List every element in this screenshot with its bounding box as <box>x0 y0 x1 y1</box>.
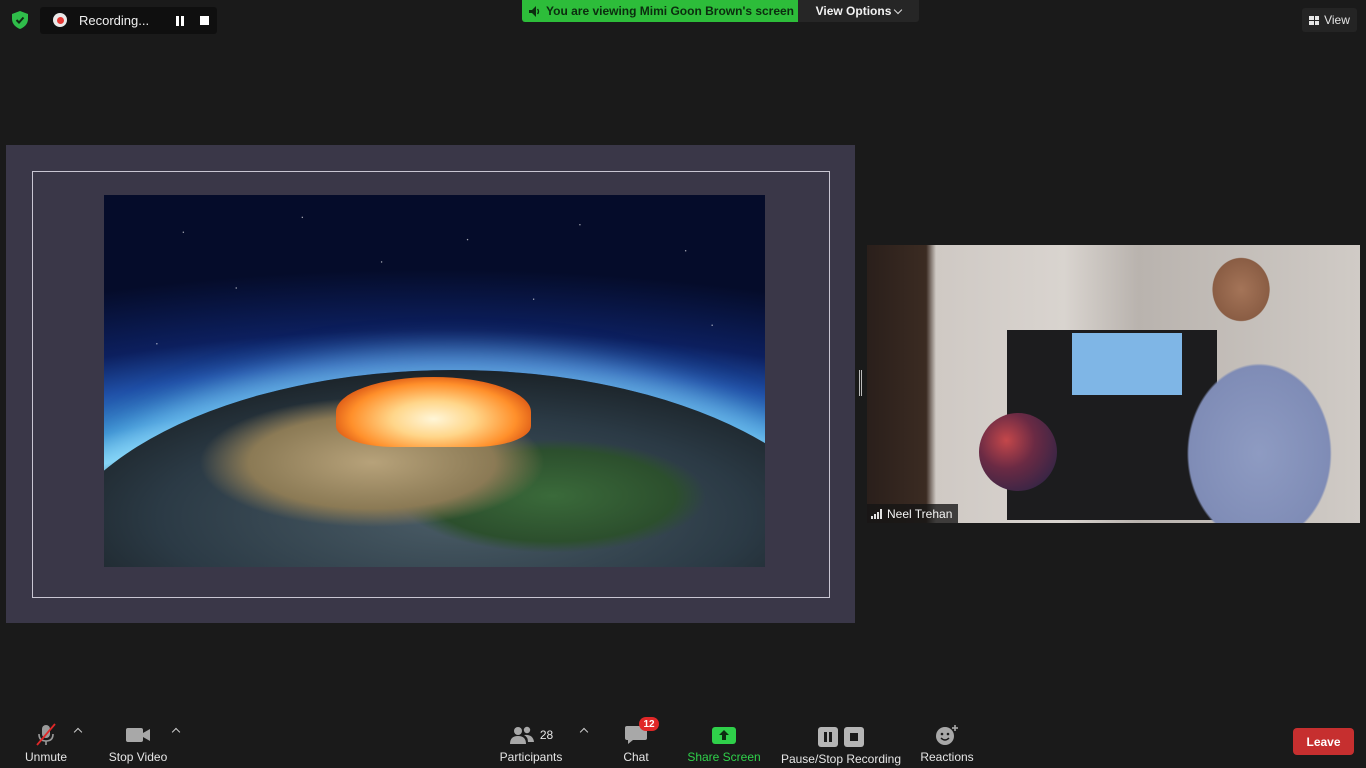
viewing-screen-banner: You are viewing Mimi Goon Brown's screen <box>522 0 798 22</box>
participant-name: Neel Trehan <box>887 506 953 521</box>
security-shield-icon[interactable] <box>10 10 30 30</box>
reactions-label: Reactions <box>920 750 974 764</box>
shared-screen <box>6 145 855 623</box>
participants-button[interactable]: 28 Participants <box>497 720 565 764</box>
video-options-chevron-up-icon[interactable] <box>171 727 181 737</box>
video-camera-icon <box>125 723 151 747</box>
chat-label: Chat <box>623 750 649 764</box>
view-label: View <box>1324 13 1350 27</box>
view-options-button[interactable]: View Options <box>798 0 919 22</box>
signal-bars-icon <box>871 508 882 519</box>
view-button[interactable]: View <box>1302 8 1357 32</box>
participant-name-tag: Neel Trehan <box>867 504 959 523</box>
share-screen-label: Share Screen <box>687 750 761 764</box>
video-globe-model <box>979 413 1057 491</box>
stop-video-button[interactable]: Stop Video <box>106 720 170 764</box>
stop-video-label: Stop Video <box>108 750 168 764</box>
recording-indicator: Recording... <box>40 7 217 34</box>
emoji-plus-icon <box>934 723 960 747</box>
microphone-muted-icon <box>33 723 59 747</box>
pause-recording-icon[interactable] <box>175 16 185 26</box>
chat-unread-badge: 12 <box>639 717 659 731</box>
shield-check-icon <box>12 11 28 29</box>
pause-stop-recording-button[interactable]: Pause/Stop Recording <box>780 718 902 766</box>
speaker-icon <box>529 5 540 17</box>
stop-recording-icon[interactable] <box>200 16 209 25</box>
people-icon: 28 <box>509 723 553 747</box>
share-screen-button[interactable]: Share Screen <box>687 720 761 764</box>
participants-label: Participants <box>499 750 563 764</box>
chat-bubble-icon: 12 <box>624 717 659 747</box>
audio-options-chevron-up-icon[interactable] <box>73 727 83 737</box>
share-arrow-icon <box>711 723 737 747</box>
viewing-screen-text: You are viewing Mimi Goon Brown's screen <box>546 4 795 18</box>
slide-frame <box>32 171 830 598</box>
recording-label: Recording... <box>79 13 150 28</box>
split-divider-handle[interactable] <box>859 370 862 396</box>
unmute-button[interactable]: Unmute <box>20 720 72 764</box>
record-dot-icon <box>53 13 67 27</box>
view-options-label: View Options <box>815 4 892 18</box>
stop-icon <box>844 727 864 747</box>
pause-icon <box>818 727 838 747</box>
pause-stop-recording-icons <box>818 725 864 749</box>
video-background-poster <box>1072 333 1182 395</box>
reactions-button[interactable]: Reactions <box>918 720 976 764</box>
unmute-label: Unmute <box>24 750 68 764</box>
participants-options-chevron-up-icon[interactable] <box>579 727 589 737</box>
chevron-down-icon <box>894 5 903 14</box>
grid-icon <box>1309 15 1320 25</box>
explosion-fire <box>336 377 531 447</box>
leave-button[interactable]: Leave <box>1293 728 1354 755</box>
participant-video-tile[interactable]: Neel Trehan <box>867 245 1360 523</box>
earth-explosion-image <box>104 195 765 567</box>
chat-button[interactable]: 12 Chat <box>618 717 659 764</box>
participants-count: 28 <box>539 728 554 742</box>
participant-person <box>1177 245 1360 523</box>
pause-stop-recording-label: Pause/Stop Recording <box>780 752 902 766</box>
